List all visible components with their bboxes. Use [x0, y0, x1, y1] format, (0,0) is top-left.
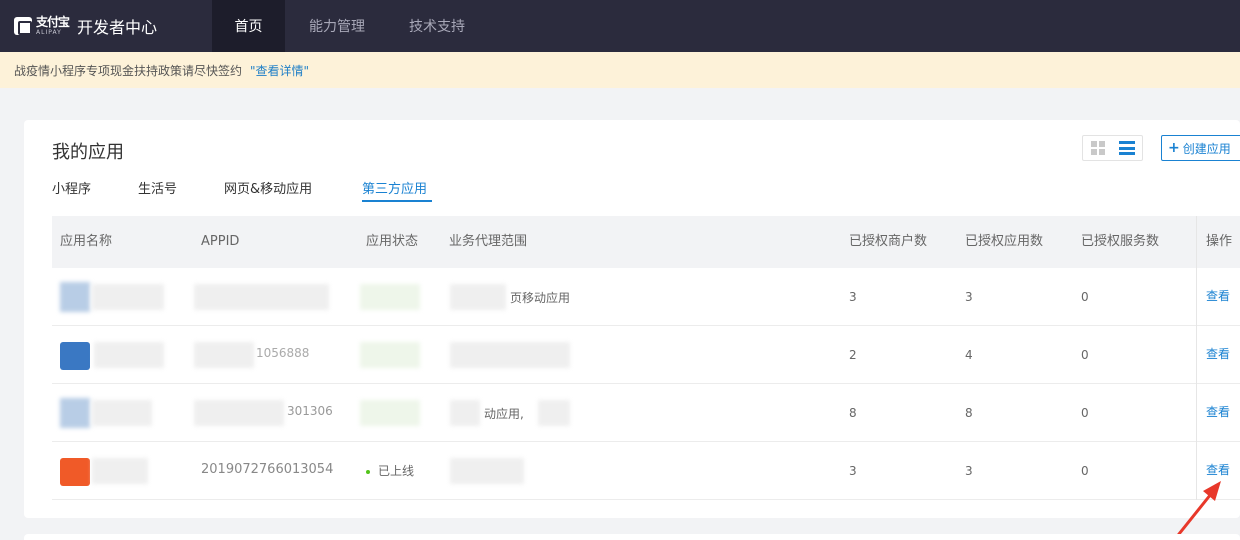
app-logo-icon	[60, 342, 90, 370]
app-logo-icon	[60, 458, 90, 486]
merchants-count: 8	[849, 406, 857, 420]
scope-text: 动应用,	[484, 407, 524, 421]
logo-text: 支付宝 ALIPAY	[36, 15, 70, 36]
brand-logo[interactable]: 支付宝 ALIPAY 开发者中心	[0, 0, 212, 52]
app-name-redacted	[92, 400, 152, 426]
col-services: 已授权服务数	[1081, 234, 1160, 249]
status-redacted	[360, 400, 420, 426]
apps-count: 4	[965, 348, 973, 362]
appid-redacted	[194, 400, 284, 426]
app-name-redacted	[92, 284, 164, 310]
scope-redacted	[450, 400, 480, 426]
col-appid: APPID	[201, 234, 240, 249]
appid-redacted	[194, 342, 254, 368]
status-dot-icon	[366, 469, 370, 474]
create-app-label: 创建应用	[1182, 141, 1231, 156]
red-arrow-annotation	[1172, 481, 1221, 540]
next-card-edge	[24, 534, 1240, 540]
services-count: 0	[1081, 406, 1089, 420]
table-row: 页移动应用 3 3 0 查看	[52, 268, 1240, 326]
nav-tab-home[interactable]: 首页	[212, 0, 285, 52]
col-apps: 已授权应用数	[965, 234, 1044, 249]
apps-count: 8	[965, 406, 973, 420]
appid-text: 1056888	[256, 346, 310, 360]
table-header: 应用名称 APPID 应用状态 业务代理范围 已授权商户数 已授权应用数 已授权…	[52, 216, 1240, 268]
tab-web-mobile[interactable]: 网页&移动应用	[224, 178, 312, 197]
app-avatar	[60, 282, 90, 312]
table-row: 301306 动应用, 8 8 0 查看	[52, 384, 1240, 442]
grid-view-button[interactable]	[1083, 136, 1113, 160]
top-navigation: 支付宝 ALIPAY 开发者中心 首页 能力管理 技术支持	[0, 0, 1240, 52]
col-merchants: 已授权商户数	[849, 234, 928, 249]
nav-tab-capability[interactable]: 能力管理	[285, 0, 387, 52]
scope-redacted	[450, 342, 570, 368]
view-toggle	[1082, 135, 1143, 161]
services-count: 0	[1081, 290, 1089, 304]
status-redacted	[360, 284, 420, 310]
services-count: 0	[1081, 348, 1089, 362]
tab-life-account[interactable]: 生活号	[138, 178, 177, 197]
plus-icon: +	[1168, 140, 1180, 156]
services-count: 0	[1081, 464, 1089, 478]
view-link[interactable]: 查看	[1206, 287, 1230, 304]
app-avatar	[60, 398, 90, 428]
site-title: 开发者中心	[77, 18, 158, 37]
tab-third-party[interactable]: 第三方应用	[362, 178, 427, 197]
app-name-redacted	[94, 342, 164, 368]
active-tab-indicator	[362, 200, 432, 202]
page-title: 我的应用	[52, 142, 124, 163]
scope-text: 页移动应用	[510, 291, 571, 305]
logo-en: ALIPAY	[36, 29, 62, 36]
col-app-name: 应用名称	[60, 234, 113, 249]
my-apps-card: 我的应用 + 创建应用 小程序 生活号 网页&移动应用 第三方应用 应用名称 A…	[24, 120, 1240, 540]
status-text: 已上线	[378, 464, 415, 478]
appid-text: 2019072766013054	[201, 462, 334, 477]
nav-tab-support[interactable]: 技术支持	[387, 0, 487, 52]
operation-column-divider	[1196, 216, 1197, 500]
view-link[interactable]: 查看	[1206, 345, 1230, 362]
merchants-count: 2	[849, 348, 857, 362]
list-view-button[interactable]	[1113, 136, 1143, 160]
scope-redacted	[450, 284, 506, 310]
status-redacted	[360, 342, 420, 368]
app-name-redacted	[92, 458, 148, 484]
grid-view-icon	[1090, 141, 1105, 155]
apps-count: 3	[965, 290, 973, 304]
alipay-logo-icon	[14, 17, 32, 35]
create-app-button[interactable]: + 创建应用	[1161, 135, 1240, 161]
appid-text: 301306	[287, 404, 333, 418]
tab-mini-program[interactable]: 小程序	[52, 178, 91, 197]
apps-count: 3	[965, 464, 973, 478]
app-status: 已上线	[366, 462, 414, 479]
scope-redacted	[450, 458, 524, 484]
notice-detail-link[interactable]: "查看详情"	[250, 62, 309, 79]
logo-cn: 支付宝	[36, 15, 70, 29]
table-row: 2019072766013054 已上线 3 3 0 查看	[52, 442, 1240, 500]
table-row: 1056888 2 4 0 查看	[52, 326, 1240, 384]
scope-redacted	[538, 400, 570, 426]
view-link[interactable]: 查看	[1206, 403, 1230, 420]
appid-redacted	[194, 284, 329, 310]
col-scope: 业务代理范围	[449, 234, 528, 249]
merchants-count: 3	[849, 290, 857, 304]
col-status: 应用状态	[366, 234, 419, 249]
merchants-count: 3	[849, 464, 857, 478]
list-view-icon	[1119, 141, 1136, 155]
notice-text: 战疫情小程序专项现金扶持政策请尽快签约	[14, 63, 243, 78]
col-operation: 操作	[1206, 234, 1233, 249]
notice-bar: 战疫情小程序专项现金扶持政策请尽快签约 "查看详情"	[0, 52, 1240, 88]
